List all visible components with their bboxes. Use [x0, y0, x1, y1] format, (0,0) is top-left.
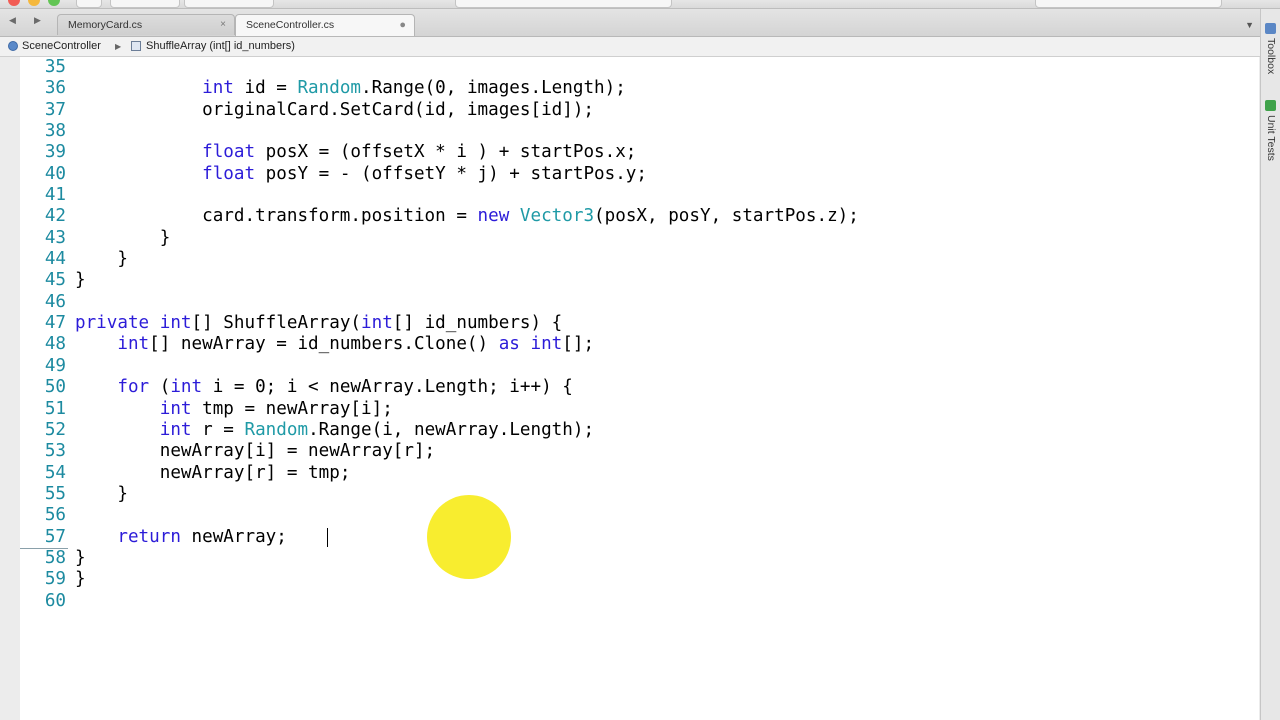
code-lines: 35 36 int id = Random.Range(0, images.Le…	[20, 57, 1259, 612]
class-icon	[8, 41, 18, 51]
text-caret	[327, 528, 328, 547]
back-arrow-icon[interactable]: ◀	[9, 15, 16, 26]
code-line[interactable]: 46	[20, 292, 1259, 313]
code-line[interactable]: 50 for (int i = 0; i < newArray.Length; …	[20, 377, 1259, 398]
code-line-current[interactable]: 57 return newArray;	[20, 527, 1259, 548]
breadcrumb-class[interactable]: SceneController	[22, 37, 101, 56]
code-line[interactable]: 49	[20, 356, 1259, 377]
method-icon	[131, 41, 141, 51]
modified-dot-icon[interactable]: ●	[399, 15, 406, 35]
code-line[interactable]: 51 int tmp = newArray[i];	[20, 399, 1259, 420]
breadcrumb-method[interactable]: ShuffleArray (int[] id_numbers)	[146, 37, 295, 56]
line-number: 54	[44, 462, 66, 483]
toolbox-icon	[1265, 23, 1276, 34]
line-number: 60	[44, 590, 66, 611]
code-line[interactable]: 60	[20, 591, 1259, 612]
line-number: 41	[44, 185, 66, 206]
breadcrumb: SceneController ▶ ShuffleArray (int[] id…	[0, 37, 1260, 57]
line-number: 35	[44, 57, 66, 77]
tab-bar: ◀ ▶ MemoryCard.cs × SceneController.cs ●…	[0, 9, 1280, 37]
code-line[interactable]: 45}	[20, 270, 1259, 291]
code-line[interactable]: 42 card.transform.position = new Vector3…	[20, 206, 1259, 227]
line-number: 46	[44, 291, 66, 312]
line-number: 36	[44, 78, 66, 99]
code-line[interactable]: 41	[20, 185, 1259, 206]
search-input[interactable]	[1035, 0, 1222, 8]
code-line[interactable]: 35	[20, 57, 1259, 78]
toolbox-label: Toolbox	[1265, 38, 1277, 75]
line-number: 57	[44, 526, 66, 547]
unit-tests-icon	[1265, 100, 1276, 111]
line-number: 59	[44, 569, 66, 590]
close-window-button[interactable]	[8, 0, 20, 6]
right-side-panel: Toolbox Unit Tests	[1260, 9, 1280, 720]
line-number: 43	[44, 227, 66, 248]
code-line[interactable]: 48 int[] newArray = id_numbers.Clone() a…	[20, 334, 1259, 355]
minimize-window-button[interactable]	[28, 0, 40, 6]
tab-memorycard[interactable]: MemoryCard.cs ×	[57, 14, 235, 35]
code-line[interactable]: 54 newArray[r] = tmp;	[20, 463, 1259, 484]
code-line[interactable]: 53 newArray[i] = newArray[r];	[20, 441, 1259, 462]
line-number: 49	[44, 355, 66, 376]
window-toolbar	[0, 0, 1280, 9]
zoom-window-button[interactable]	[48, 0, 60, 6]
code-editor[interactable]: 35 36 int id = Random.Range(0, images.Le…	[20, 57, 1259, 720]
tab-label: SceneController.cs	[246, 19, 335, 31]
line-number: 53	[44, 441, 66, 462]
line-number: 56	[44, 505, 66, 526]
code-line[interactable]: 39 float posX = (offsetX * i ) + startPo…	[20, 142, 1259, 163]
line-number: 52	[44, 419, 66, 440]
run-button[interactable]	[76, 0, 102, 8]
unit-tests-panel-button[interactable]: Unit Tests	[1261, 100, 1280, 180]
cursor-highlight-circle	[427, 495, 511, 579]
target-selector[interactable]	[184, 0, 274, 8]
code-line[interactable]: 36 int id = Random.Range(0, images.Lengt…	[20, 78, 1259, 99]
forward-arrow-icon[interactable]: ▶	[34, 15, 41, 26]
code-line[interactable]: 59}	[20, 569, 1259, 590]
line-number: 58	[44, 547, 66, 568]
tab-list-dropdown-icon[interactable]: ▼	[1245, 20, 1254, 30]
code-line[interactable]: 40 float posY = - (offsetY * j) + startP…	[20, 164, 1259, 185]
tab-label: MemoryCard.cs	[68, 19, 143, 31]
configuration-selector[interactable]	[110, 0, 180, 8]
code-line[interactable]: 58}	[20, 548, 1259, 569]
line-number: 40	[44, 163, 66, 184]
tab-scenecontroller[interactable]: SceneController.cs ●	[235, 14, 415, 36]
line-number: 39	[44, 142, 66, 163]
code-line[interactable]: 43 }	[20, 228, 1259, 249]
line-number: 48	[44, 334, 66, 355]
code-line[interactable]: 38	[20, 121, 1259, 142]
code-line[interactable]: 44 }	[20, 249, 1259, 270]
current-line-indicator	[20, 548, 68, 549]
status-bar	[455, 0, 672, 8]
line-number: 51	[44, 398, 66, 419]
line-number: 37	[44, 99, 66, 120]
code-line[interactable]: 56	[20, 505, 1259, 526]
line-number: 38	[44, 121, 66, 142]
breadcrumb-separator-icon: ▶	[115, 42, 122, 51]
code-line[interactable]: 37 originalCard.SetCard(id, images[id]);	[20, 100, 1259, 121]
line-number: 44	[44, 249, 66, 270]
line-number: 45	[44, 270, 66, 291]
line-number: 50	[44, 377, 66, 398]
line-number: 55	[44, 483, 66, 504]
unit-tests-label: Unit Tests	[1265, 115, 1277, 161]
line-number: 47	[44, 313, 66, 334]
code-line[interactable]: 55 }	[20, 484, 1259, 505]
code-line[interactable]: 52 int r = Random.Range(i, newArray.Leng…	[20, 420, 1259, 441]
code-line[interactable]: 47 private int[] ShuffleArray(int[] id_nu…	[20, 313, 1259, 334]
toolbox-panel-button[interactable]: Toolbox	[1261, 23, 1280, 89]
close-tab-icon[interactable]: ×	[220, 15, 226, 35]
line-number: 42	[44, 206, 66, 227]
